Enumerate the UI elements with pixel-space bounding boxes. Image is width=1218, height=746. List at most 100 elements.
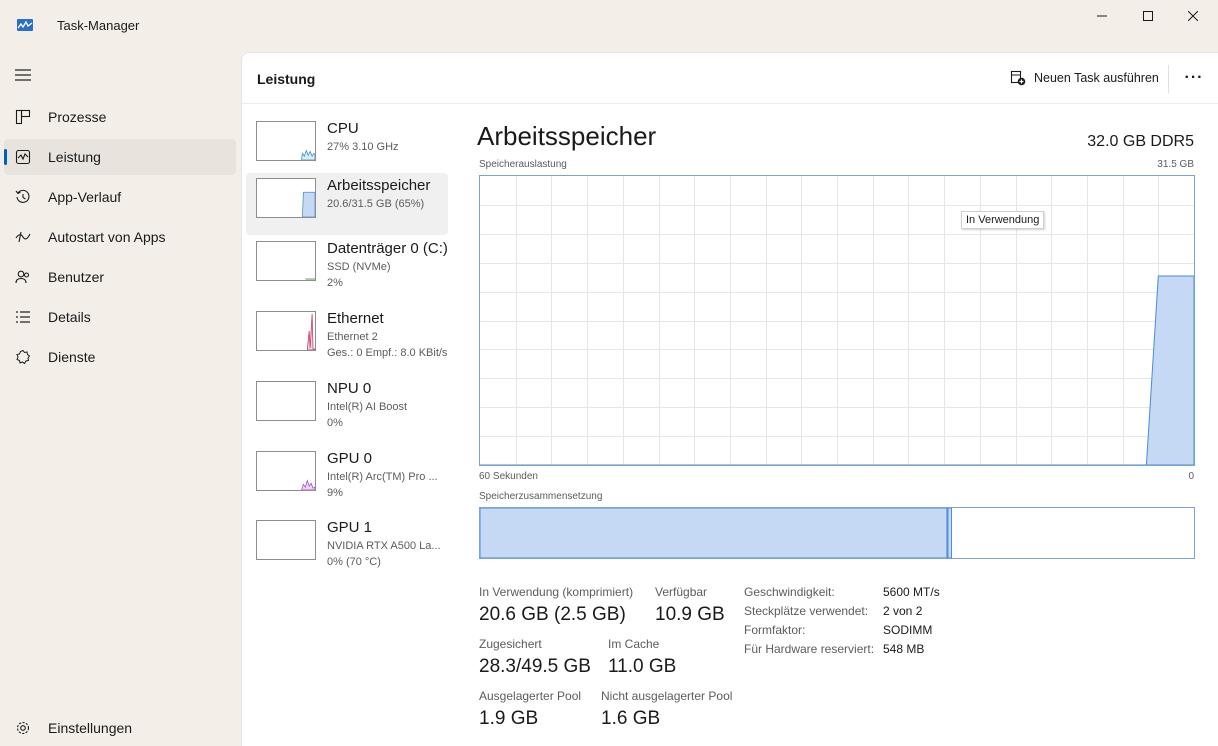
device-detail: 20.6/31.5 GB (65%) — [327, 198, 425, 210]
usage-chart-max-label: 31.5 GB — [1157, 159, 1194, 170]
memory-thumbnail — [256, 178, 316, 218]
more-options-button[interactable]: ··· — [1180, 65, 1208, 91]
device-detail: Intel(R) AI Boost — [327, 401, 408, 413]
gear-icon — [14, 719, 32, 737]
users-icon — [14, 268, 32, 286]
device-item-gpu-0[interactable]: GPU 0 Intel(R) Arc(TM) Pro ... 9% — [246, 446, 448, 508]
settings-button[interactable]: Einstellungen — [4, 710, 236, 746]
memory-composition-svg — [479, 507, 953, 559]
available-label: Verfügbar — [655, 585, 708, 599]
composition-in-use-segment[interactable] — [479, 507, 948, 559]
device-name: GPU 1 — [327, 519, 373, 536]
sidebar-item-services[interactable]: Dienste — [4, 339, 236, 375]
minimize-button[interactable] — [1079, 0, 1125, 32]
device-name: Datenträger 0 (C:) — [327, 240, 448, 257]
device-detail: 27% 3.10 GHz — [327, 141, 399, 153]
device-item-ethernet[interactable]: Ethernet Ethernet 2 Ges.: 0 Empf.: 8.0 K… — [246, 306, 448, 368]
memory-composition-bar — [479, 507, 1195, 559]
title-bar: Task-Manager — [0, 0, 1218, 52]
device-item-npu[interactable]: NPU 0 Intel(R) AI Boost 0% — [246, 376, 448, 438]
device-detail-secondary: 0% — [327, 417, 343, 429]
device-name: NPU 0 — [327, 380, 372, 397]
composition-label: Speicherzusammensetzung — [479, 491, 603, 502]
device-item-gpu-1[interactable]: GPU 1 NVIDIA RTX A500 La... 0% (70 °C) — [246, 515, 448, 577]
ethernet-thumbnail — [256, 311, 316, 351]
page-title: Leistung — [257, 71, 316, 87]
hardware-reserved-value: 548 MB — [883, 642, 925, 656]
committed-value: 28.3/49.5 GB — [479, 656, 591, 677]
sidebar-item-performance[interactable]: Leistung — [4, 139, 236, 175]
composition-modified-segment[interactable] — [947, 507, 953, 559]
sidebar-item-label: Prozesse — [48, 109, 107, 125]
device-detail-secondary: 0% (70 °C) — [327, 556, 381, 568]
chart-time-label: 60 Sekunden — [479, 471, 538, 482]
memory-usage-chart-svg — [480, 176, 1195, 466]
gpu-0-thumbnail — [256, 451, 316, 491]
device-item-disk[interactable]: Datenträger 0 (C:) SSD (NVMe) 2% — [246, 236, 448, 298]
processes-icon — [14, 108, 32, 126]
sidebar: Prozesse Leistung App-Verlauf Autostart … — [0, 52, 241, 746]
settings-label: Einstellungen — [48, 720, 133, 736]
device-item-memory[interactable]: Arbeitsspeicher 20.6/31.5 GB (65%) — [246, 173, 448, 235]
sidebar-item-label: Dienste — [48, 349, 96, 365]
device-detail: NVIDIA RTX A500 La... — [327, 540, 441, 552]
form-factor-value: SODIMM — [883, 623, 933, 637]
startup-icon — [14, 228, 32, 246]
memory-spec: 32.0 GB DDR5 — [1087, 133, 1194, 150]
cpu-thumbnail — [256, 121, 316, 161]
device-detail: SSD (NVMe) — [327, 261, 391, 273]
sidebar-item-app-history[interactable]: App-Verlauf — [4, 179, 236, 215]
performance-icon — [14, 148, 32, 166]
memory-title: Arbeitsspeicher — [477, 121, 657, 151]
new-task-icon — [1010, 70, 1026, 86]
nonpaged-pool-value: 1.6 GB — [601, 708, 661, 729]
in-use-label: In Verwendung (komprimiert) — [479, 585, 634, 599]
maximize-button[interactable] — [1125, 0, 1171, 32]
task-manager-icon — [17, 19, 33, 31]
hardware-reserved-label: Für Hardware reserviert: — [744, 642, 875, 656]
chart-tooltip: In Verwendung — [961, 211, 1045, 229]
close-button[interactable] — [1170, 0, 1216, 32]
memory-usage-chart — [479, 175, 1195, 466]
header-divider — [1168, 65, 1169, 93]
speed-value: 5600 MT/s — [883, 585, 940, 599]
window-title: Task-Manager — [57, 18, 140, 33]
sidebar-item-processes[interactable]: Prozesse — [4, 99, 236, 135]
run-new-task-button[interactable]: Neuen Task ausführen — [1010, 67, 1159, 89]
details-icon — [14, 308, 32, 326]
device-name: Ethernet — [327, 310, 384, 327]
committed-label: Zugesichert — [479, 637, 542, 651]
sidebar-item-details[interactable]: Details — [4, 299, 236, 335]
slots-value: 2 von 2 — [883, 604, 923, 618]
sidebar-item-users[interactable]: Benutzer — [4, 259, 236, 295]
cached-value: 11.0 GB — [608, 656, 677, 677]
close-icon — [1188, 11, 1198, 21]
sidebar-item-label: Benutzer — [48, 269, 105, 285]
sidebar-item-startup-apps[interactable]: Autostart von Apps — [4, 219, 236, 255]
device-detail: Ethernet 2 — [327, 331, 378, 343]
maximize-icon — [1143, 11, 1153, 21]
sidebar-item-label: App-Verlauf — [48, 189, 122, 205]
speed-label: Geschwindigkeit: — [744, 585, 835, 599]
usage-chart-label: Speicherauslastung — [479, 159, 567, 170]
more-icon: ··· — [1184, 69, 1204, 86]
device-detail-secondary: 2% — [327, 277, 343, 289]
device-name: Arbeitsspeicher — [327, 177, 431, 194]
sidebar-item-label: Details — [48, 309, 91, 325]
hamburger-menu-icon[interactable] — [14, 68, 32, 82]
run-new-task-label: Neuen Task ausführen — [1034, 71, 1159, 85]
page-header: Leistung Neuen Task ausführen ··· — [242, 53, 1218, 104]
slots-label: Steckplätze verwendet: — [744, 604, 869, 618]
sidebar-item-label: Autostart von Apps — [48, 229, 166, 245]
available-value: 10.9 GB — [655, 604, 725, 625]
gpu-1-thumbnail — [256, 520, 316, 560]
paged-pool-value: 1.9 GB — [479, 708, 539, 729]
device-detail-secondary: Ges.: 0 Empf.: 8.0 KBit/s — [327, 347, 448, 359]
nonpaged-pool-label: Nicht ausgelagerter Pool — [601, 689, 733, 703]
device-item-cpu[interactable]: CPU 27% 3.10 GHz — [246, 116, 448, 178]
sidebar-item-label: Leistung — [48, 149, 101, 165]
cached-label: Im Cache — [608, 637, 660, 651]
main-panel: Leistung Neuen Task ausführen ··· CPU 27… — [241, 52, 1218, 746]
active-indicator — [4, 149, 7, 165]
form-factor-label: Formfaktor: — [744, 623, 806, 637]
